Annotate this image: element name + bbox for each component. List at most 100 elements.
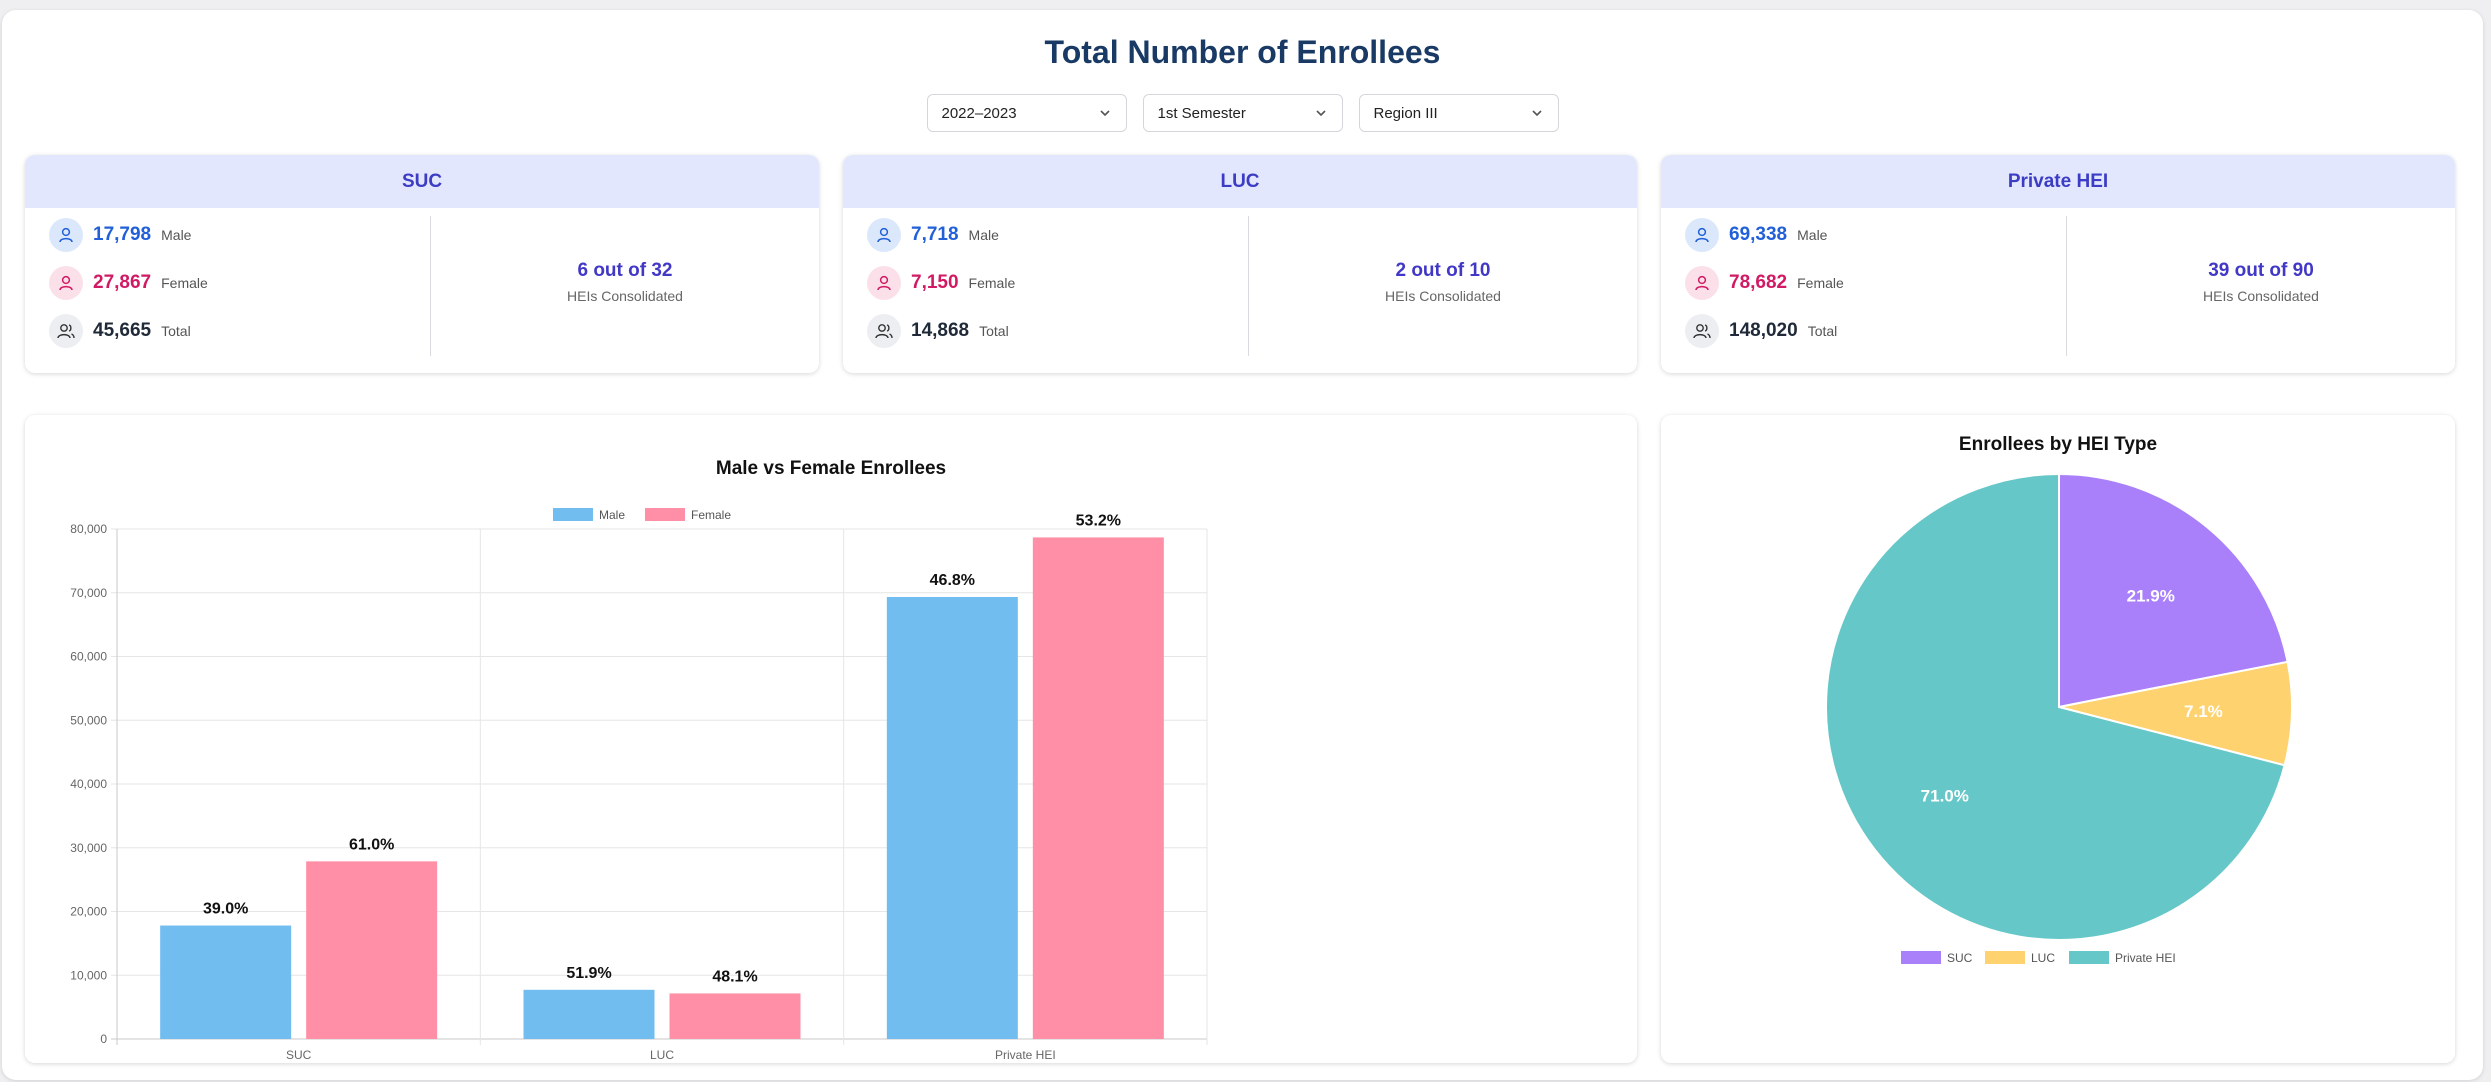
total-count: 148,020: [1729, 320, 1798, 341]
pie-data-label: 71.0%: [1921, 786, 1969, 805]
chevron-down-icon: [1315, 110, 1326, 117]
bar-male[interactable]: [523, 989, 655, 1039]
bar-data-label: 61.0%: [349, 836, 394, 853]
legend-label[interactable]: Female: [691, 508, 731, 522]
legend-label[interactable]: Private HEI: [2115, 951, 2176, 965]
private-hei-card: Private HEI 69,338 Male 78,682 Female 14…: [1661, 155, 2455, 373]
male-count: 7,718: [911, 224, 959, 245]
pie-chart: 21.9% 7.1% 71.0% SUC LUC Private HEI: [1825, 472, 2293, 965]
female-count: 7,150: [911, 272, 959, 293]
legend-swatch: [1901, 951, 1941, 964]
bar-data-label: 48.1%: [712, 968, 757, 985]
y-tick-label: 60,000: [70, 650, 107, 664]
consolidated-count: 6 out of 32: [577, 260, 673, 281]
total-stat: 45,665 Total: [49, 314, 191, 348]
x-tick-label: Private HEI: [995, 1048, 1056, 1062]
y-tick-label: 0: [100, 1032, 107, 1046]
y-tick-label: 10,000: [70, 968, 107, 982]
legend-swatch: [553, 508, 593, 521]
y-tick-label: 30,000: [70, 841, 107, 855]
bar-chart-panel: Male vs Female Enrollees 0 10,000 20,000 30…: [25, 415, 1637, 1063]
male-count: 69,338: [1729, 224, 1788, 245]
consolidated-block: 39 out of 90 HEIs Consolidated: [2067, 260, 2455, 304]
male-user-icon: [49, 218, 83, 252]
academic-year-select[interactable]: 2022–2023: [926, 94, 1127, 132]
y-tick-label: 80,000: [70, 522, 107, 536]
female-stat: 7,150 Female: [867, 266, 1015, 300]
total-stat: 14,868 Total: [867, 314, 1009, 348]
total-label: Total: [161, 323, 191, 339]
male-user-icon: [867, 218, 901, 252]
bar-data-label: 46.8%: [930, 572, 975, 589]
academic-year-value: 2022–2023: [941, 104, 1017, 122]
female-user-icon: [49, 266, 83, 300]
users-icon: [1685, 314, 1719, 348]
consolidated-label: HEIs Consolidated: [2203, 288, 2319, 304]
male-stat: 7,718 Male: [867, 218, 999, 252]
y-tick-label: 50,000: [70, 713, 107, 727]
x-tick-label: SUC: [286, 1048, 312, 1062]
dashboard-page: Total Number of Enrollees 2022–2023 1st …: [2, 10, 2483, 1080]
card-title: Private HEI: [1661, 155, 2455, 208]
male-label: Male: [968, 227, 999, 243]
bar-male[interactable]: [886, 596, 1018, 1039]
card-title: LUC: [843, 155, 1637, 208]
total-count: 45,665: [93, 320, 152, 341]
legend-label[interactable]: LUC: [2031, 951, 2055, 965]
users-icon: [49, 314, 83, 348]
filter-bar: 2022–2023 1st Semester Region III: [2, 94, 2483, 132]
consolidated-count: 39 out of 90: [2208, 260, 2314, 281]
legend-label[interactable]: SUC: [1947, 951, 1973, 965]
male-stat: 17,798 Male: [49, 218, 191, 252]
female-stat: 78,682 Female: [1685, 266, 1844, 300]
female-count: 27,867: [93, 272, 152, 293]
consolidated-label: HEIs Consolidated: [1385, 288, 1501, 304]
semester-value: 1st Semester: [1157, 104, 1246, 122]
male-stat: 69,338 Male: [1685, 218, 1827, 252]
total-label: Total: [979, 323, 1009, 339]
female-count: 78,682: [1729, 272, 1788, 293]
male-user-icon: [1685, 218, 1719, 252]
legend-swatch: [2069, 951, 2109, 964]
male-label: Male: [161, 227, 192, 243]
female-user-icon: [867, 266, 901, 300]
pie-data-label: 7.1%: [2184, 702, 2223, 721]
female-label: Female: [1797, 275, 1844, 291]
x-tick-label: LUC: [650, 1048, 674, 1062]
region-select[interactable]: Region III: [1358, 94, 1559, 132]
page-title: Total Number of Enrollees: [1044, 34, 1441, 70]
total-count: 14,868: [911, 320, 970, 341]
luc-card: LUC 7,718 Male 7,150 Female 14,868 Total…: [843, 155, 1637, 373]
female-label: Female: [968, 275, 1016, 291]
consolidated-label: HEIs Consolidated: [567, 288, 683, 304]
legend-swatch: [1985, 951, 2025, 964]
total-label: Total: [1807, 323, 1838, 339]
male-label: Male: [1797, 227, 1828, 243]
bar-female[interactable]: [306, 861, 438, 1039]
bar-data-label: 39.0%: [203, 901, 248, 918]
bar-female[interactable]: [1032, 537, 1164, 1039]
bar-data-label: 53.2%: [1076, 512, 1121, 529]
male-count: 17,798: [93, 224, 152, 245]
y-tick-label: 70,000: [70, 586, 107, 600]
female-user-icon: [1685, 266, 1719, 300]
total-stat: 148,020 Total: [1685, 314, 1837, 348]
consolidated-count: 2 out of 10: [1395, 260, 1491, 281]
bar-chart: 0 10,000 20,000 30,000 40,000 50,000 60,000 70,…: [70, 508, 1208, 1062]
chevron-down-icon: [1099, 110, 1110, 117]
region-value: Region III: [1373, 104, 1438, 122]
users-icon: [867, 314, 901, 348]
semester-select[interactable]: 1st Semester: [1142, 94, 1343, 132]
bar-male[interactable]: [160, 925, 292, 1039]
consolidated-block: 6 out of 32 HEIs Consolidated: [431, 260, 819, 304]
consolidated-block: 2 out of 10 HEIs Consolidated: [1249, 260, 1637, 304]
pie-data-label: 21.9%: [2127, 586, 2175, 605]
bar-data-label: 51.9%: [566, 965, 611, 982]
legend-label[interactable]: Male: [599, 508, 625, 522]
legend-swatch: [645, 508, 685, 521]
chevron-down-icon: [1531, 110, 1542, 117]
pie-chart-panel: Enrollees by HEI Type 21.9% 7.1% 71.0% SUC L…: [1661, 415, 2455, 1063]
y-tick-label: 40,000: [70, 777, 107, 791]
card-title: SUC: [25, 155, 819, 208]
bar-female[interactable]: [669, 993, 801, 1039]
